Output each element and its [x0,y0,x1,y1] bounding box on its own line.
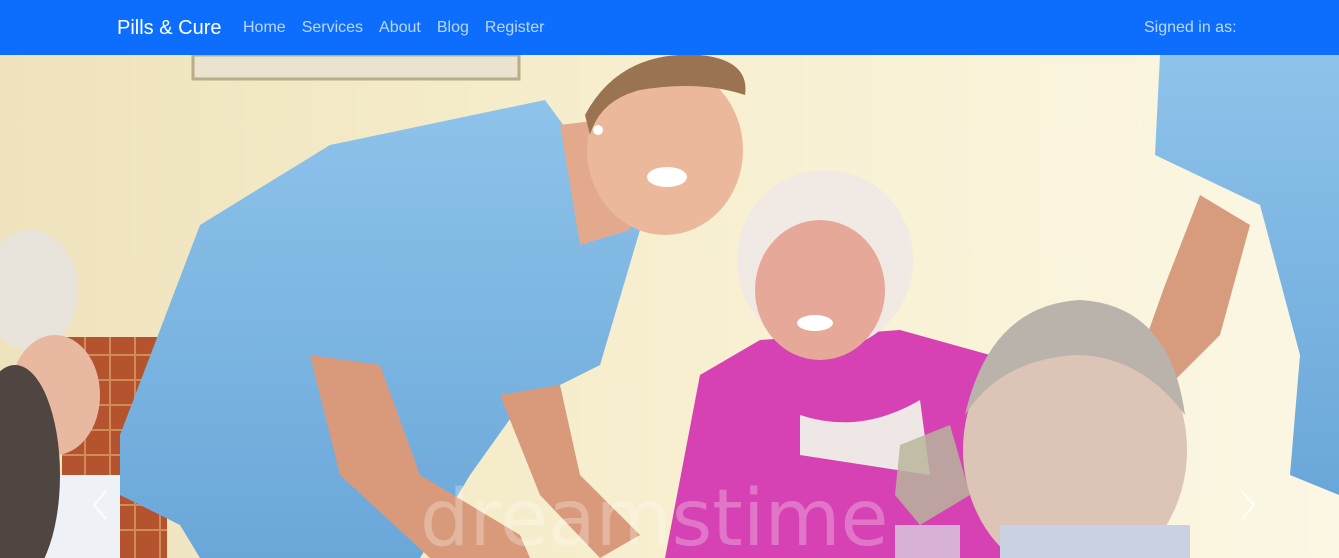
top-navbar: Pills & Cure Home Services About Blog Re… [0,0,1339,55]
signed-in-label: Signed in as: [1144,19,1237,36]
nav-link-home[interactable]: Home [243,19,286,36]
nav-link-blog[interactable]: Blog [437,19,469,36]
nav-links: Home Services About Blog Register [243,17,560,39]
watermark-text: dreamstime [420,474,889,558]
nav-link-services[interactable]: Services [302,19,363,36]
carousel-next-button[interactable] [1218,475,1278,535]
brand-link[interactable]: Pills & Cure [117,15,221,41]
nav-link-register[interactable]: Register [485,19,545,36]
chevron-right-icon [1241,490,1256,520]
hero-carousel: dreamstime [0,55,1339,558]
nav-link-about[interactable]: About [379,19,421,36]
carousel-prev-button[interactable] [70,475,130,535]
carousel-image: dreamstime [0,55,1339,558]
chevron-left-icon [92,490,107,520]
